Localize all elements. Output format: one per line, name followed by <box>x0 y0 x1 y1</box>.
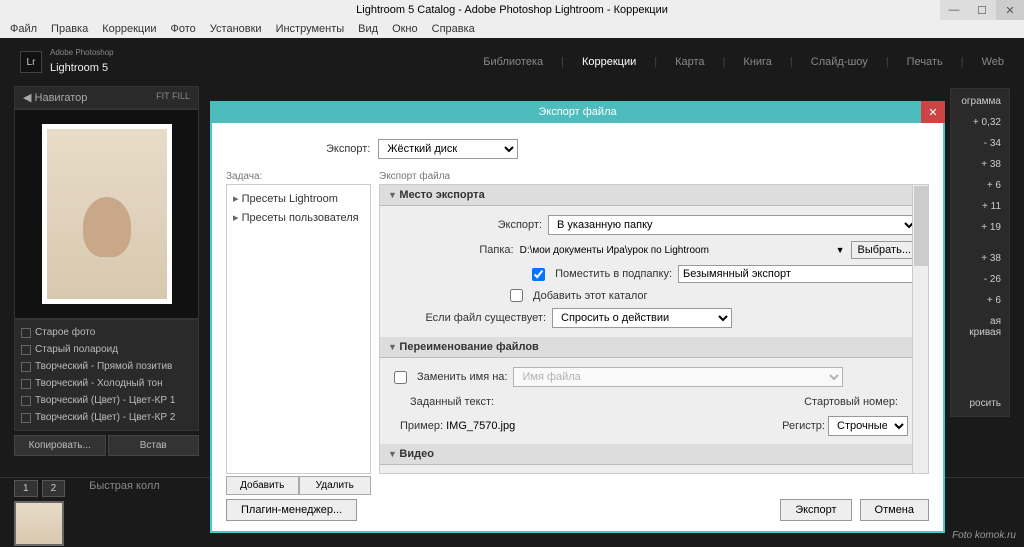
preset-item[interactable]: Старый полароид <box>15 341 198 358</box>
adjust-value[interactable]: + 19 <box>955 217 1005 238</box>
menu-settings[interactable]: Установки <box>204 23 268 35</box>
adjust-value[interactable]: + 6 <box>955 290 1005 311</box>
export-to-label: Экспорт: <box>326 143 370 155</box>
menu-help[interactable]: Справка <box>426 23 481 35</box>
module-print[interactable]: Печать <box>907 56 943 68</box>
window-title: Lightroom 5 Catalog - Adobe Photoshop Li… <box>356 4 668 16</box>
adjust-value[interactable]: - 34 <box>955 133 1005 154</box>
reset-button[interactable]: росить <box>955 393 1005 414</box>
preset-task-list: Пресеты Lightroom Пресеты пользователя <box>226 184 371 474</box>
adjust-value[interactable]: + 38 <box>955 154 1005 175</box>
case-select[interactable]: Строчные <box>828 416 908 436</box>
export-to-folder-select[interactable]: В указанную папку <box>548 215 918 235</box>
preset-item[interactable]: Творческий (Цвет) - Цвет-КР 2 <box>15 409 198 426</box>
page-1[interactable]: 1 <box>14 480 38 497</box>
copy-button[interactable]: Копировать... <box>14 435 106 456</box>
module-slideshow[interactable]: Слайд-шоу <box>811 56 868 68</box>
paste-button[interactable]: Встав <box>108 435 200 456</box>
preset-item[interactable]: Творческий (Цвет) - Цвет-КР 1 <box>15 392 198 409</box>
section-file-naming[interactable]: Переименование файлов <box>380 337 928 358</box>
dialog-close-button[interactable]: ✕ <box>921 101 945 123</box>
adjust-value[interactable]: + 38 <box>955 248 1005 269</box>
menu-file[interactable]: Файл <box>4 23 43 35</box>
adjust-value[interactable]: + 0,32 <box>955 112 1005 133</box>
task-lightroom-presets[interactable]: Пресеты Lightroom <box>231 189 366 208</box>
rename-template-select: Имя файла <box>513 367 843 387</box>
rename-checkbox[interactable] <box>394 371 407 384</box>
app-logo: Lr Adobe PhotoshopLightroom 5 <box>20 48 114 76</box>
settings-scrollbar[interactable] <box>912 185 928 473</box>
menu-photo[interactable]: Фото <box>165 23 202 35</box>
plugin-manager-button[interactable]: Плагин-менеджер... <box>226 499 357 521</box>
export-dialog: Экспорт: Жёсткий диск Задача: Пресеты Li… <box>210 123 945 533</box>
module-web[interactable]: Web <box>982 56 1004 68</box>
right-panel: ограмма + 0,32 - 34 + 38 + 6 + 11 + 19 +… <box>950 88 1010 417</box>
lr-icon: Lr <box>20 51 42 73</box>
preset-item[interactable]: Старое фото <box>15 324 198 341</box>
task-user-presets[interactable]: Пресеты пользователя <box>231 208 366 227</box>
adjust-value[interactable]: - 26 <box>955 269 1005 290</box>
window-titlebar: Lightroom 5 Catalog - Adobe Photoshop Li… <box>0 0 1024 20</box>
dialog-titlebar: Экспорт файла ✕ <box>210 101 945 123</box>
existing-files-select[interactable]: Спросить о действии <box>552 308 732 328</box>
menu-develop[interactable]: Коррекции <box>96 23 162 35</box>
section-video[interactable]: Видео <box>380 444 928 465</box>
module-library[interactable]: Библиотека <box>483 56 543 68</box>
folder-path: D:\мои документы Ира\урок по Lightroom <box>520 245 830 256</box>
adjust-value[interactable]: + 6 <box>955 175 1005 196</box>
preset-item[interactable]: Творческий - Холодный тон <box>15 375 198 392</box>
menu-edit[interactable]: Правка <box>45 23 94 35</box>
cancel-button[interactable]: Отмена <box>860 499 929 521</box>
module-book[interactable]: Книга <box>743 56 772 68</box>
navigator-preview[interactable] <box>14 109 199 319</box>
module-develop[interactable]: Коррекции <box>582 56 636 68</box>
preset-item[interactable]: Творческий - Прямой позитив <box>15 358 198 375</box>
preset-list: Старое фото Старый полароид Творческий -… <box>14 319 199 431</box>
export-target-select[interactable]: Жёсткий диск <box>378 139 518 159</box>
page-2[interactable]: 2 <box>42 480 66 497</box>
browse-button[interactable]: Выбрать... <box>851 241 918 259</box>
minimize-button[interactable]: — <box>940 0 968 20</box>
module-map[interactable]: Карта <box>675 56 704 68</box>
module-picker: Библиотека| Коррекции| Карта| Книга| Сла… <box>483 56 1004 68</box>
adjust-value[interactable]: + 11 <box>955 196 1005 217</box>
menu-window[interactable]: Окно <box>386 23 424 35</box>
maximize-button[interactable]: ☐ <box>968 0 996 20</box>
add-catalog-checkbox[interactable] <box>510 289 523 302</box>
menu-tools[interactable]: Инструменты <box>270 23 351 35</box>
menu-view[interactable]: Вид <box>352 23 384 35</box>
subfolder-input[interactable] <box>678 265 918 283</box>
navigator-header[interactable]: ◀ Навигатор FIT FILL <box>14 86 199 109</box>
filmstrip-thumb[interactable] <box>14 501 64 546</box>
menu-bar: Файл Правка Коррекции Фото Установки Инс… <box>0 20 1024 38</box>
section-export-location[interactable]: Место экспорта <box>380 185 928 206</box>
subfolder-checkbox[interactable] <box>532 268 545 281</box>
watermark: Foto komok.ru <box>952 530 1016 541</box>
close-window-button[interactable]: ✕ <box>996 0 1024 20</box>
export-button[interactable]: Экспорт <box>780 499 851 521</box>
